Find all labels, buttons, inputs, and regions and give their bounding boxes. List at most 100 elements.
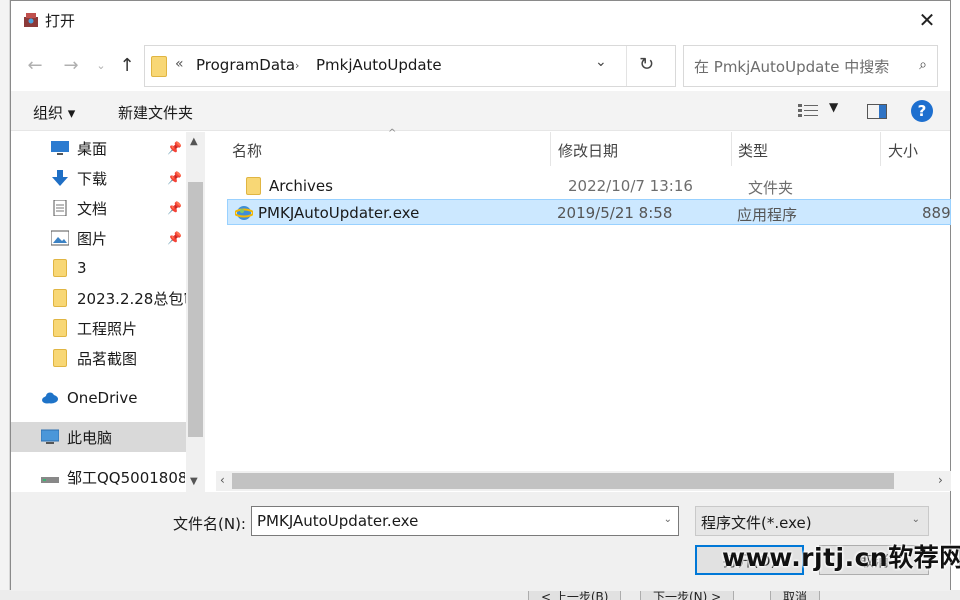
nav-item-folder-photos[interactable]: 工程照片 [11,313,186,343]
column-name[interactable]: 名称 [232,140,262,161]
file-name: PMKJAutoUpdater.exe [258,204,420,222]
address-overflow[interactable]: « [175,56,184,72]
nav-item-downloads[interactable]: 下载 📌 [11,163,186,193]
column-type[interactable]: 类型 [738,140,768,161]
new-folder-button[interactable]: 新建文件夹 [118,102,193,123]
organize-button[interactable]: 组织 ▾ [33,102,75,123]
close-button[interactable]: ✕ [904,1,950,39]
search-box[interactable]: 在 PmkjAutoUpdate 中搜索 ⌕ [683,45,938,87]
nav-item-label: OneDrive [67,389,138,407]
search-icon[interactable]: ⌕ [919,57,927,73]
column-separator[interactable] [880,132,881,166]
chevron-right-icon[interactable]: › [295,59,299,72]
scroll-down-icon[interactable]: ▼ [190,476,198,487]
column-separator[interactable] [550,132,551,166]
nav-item-folder-3[interactable]: 3 [11,253,186,283]
navigation-pane: 桌面 📌 下载 📌 文档 📌 图片 📌 3 2023.2.28总包审 工程照片 … [11,132,205,492]
help-icon[interactable]: ? [911,100,933,122]
background-next-button[interactable]: 下一步(N) > [640,590,735,600]
nav-item-documents[interactable]: 文档 📌 [11,193,186,223]
nav-item-folder-screenshots[interactable]: 品茗截图 [11,343,186,373]
column-header: ^ 名称 修改日期 类型 大小 [216,128,951,166]
pin-icon[interactable]: 📌 [167,141,182,155]
pin-icon[interactable]: 📌 [167,201,182,215]
filetype-select[interactable]: 程序文件(*.exe) ⌄ [695,506,929,536]
file-list-horizontal-scrollbar[interactable]: ‹ › [216,471,951,491]
close-icon: ✕ [918,8,936,32]
site-watermark: www.rjtj.cn软荐网 [722,543,960,572]
folder-icon [53,349,67,367]
view-dropdown-icon[interactable]: ▼ [829,100,838,114]
drive-icon [41,477,59,483]
folder-icon [53,259,67,277]
address-bar[interactable]: « ProgramData › PmkjAutoUpdate ⌄ ↻ [144,45,676,87]
nav-item-network-drive[interactable]: 邹工QQ5001808 [11,462,186,492]
file-date: 2019/5/21 8:58 [557,204,673,222]
cloud-icon [42,392,58,404]
scroll-up-icon[interactable]: ▲ [190,136,198,147]
folder-icon [246,177,261,195]
app-icon [24,13,38,27]
background-cancel-button[interactable]: 取消 [770,590,821,600]
file-type: 文件夹 [748,179,794,197]
nav-scrollbar[interactable]: ▲ ▼ [186,132,205,492]
back-button[interactable]: ← [23,53,47,77]
filetype-value: 程序文件(*.exe) [701,514,812,532]
filename-input[interactable]: PMKJAutoUpdater.exe ⌄ [251,506,679,536]
filename-label: 文件名(N): [173,515,246,533]
address-segment-programdata[interactable]: ProgramData [196,56,295,74]
desktop-icon [51,141,69,155]
command-bar: 组织 ▾ 新建文件夹 ▼ ? [11,91,950,131]
scroll-left-icon[interactable]: ‹ [220,473,225,487]
address-separator [626,46,627,86]
file-size: 889 [922,204,951,222]
preview-pane-icon[interactable] [867,104,887,119]
forward-button[interactable]: → [59,53,83,77]
chevron-down-icon[interactable]: ⌄ [912,514,920,525]
horizontal-scrollbar-thumb[interactable] [232,473,894,489]
navigation-bar: ← → ⌄ ↑ « ProgramData › PmkjAutoUpdate ⌄… [11,45,950,87]
scroll-right-icon[interactable]: › [938,473,943,487]
title-bar: 打开 ✕ [11,1,950,39]
address-segment-pmkjautoupdate[interactable]: PmkjAutoUpdate [316,56,442,74]
file-type: 应用程序 [737,206,798,224]
nav-item-this-pc[interactable]: 此电脑 [11,422,186,452]
file-list: ^ 名称 修改日期 类型 大小 Archives 2022/10/7 13:16… [216,128,951,492]
file-row-archives[interactable]: Archives 2022/10/7 13:16 文件夹 [233,173,951,199]
nav-item-folder-2023[interactable]: 2023.2.28总包审 [11,283,187,313]
nav-item-desktop[interactable]: 桌面 📌 [11,133,186,163]
background-window-edge [0,0,10,600]
pin-icon[interactable]: 📌 [167,231,182,245]
refresh-icon[interactable]: ↻ [639,54,654,75]
nav-item-label: 邹工QQ5001808 [67,468,185,487]
nav-scrollbar-thumb[interactable] [188,182,203,437]
pin-icon[interactable]: 📌 [167,171,182,185]
chevron-down-icon: ⌄ [96,58,106,72]
up-button[interactable]: ↑ [115,53,139,77]
nav-item-pictures[interactable]: 图片 📌 [11,223,186,253]
download-icon [52,170,68,186]
nav-item-onedrive[interactable]: OneDrive [11,383,186,413]
filename-value: PMKJAutoUpdater.exe [257,512,419,530]
file-row-pmkjautoupdater[interactable]: PMKJAutoUpdater.exe 2019/5/21 8:58 应用程序 … [227,199,951,225]
open-file-dialog: 打开 ✕ ← → ⌄ ↑ « ProgramData › PmkjAutoUpd… [10,0,951,591]
recent-locations-button[interactable]: ⌄ [89,53,113,77]
column-date[interactable]: 修改日期 [558,140,618,161]
search-placeholder: 在 PmkjAutoUpdate 中搜索 [694,58,890,76]
nav-item-label: 工程照片 [77,319,138,338]
view-options-icon[interactable] [798,103,818,119]
arrow-left-icon: ← [27,54,43,76]
picture-icon [51,230,69,246]
address-dropdown-icon[interactable]: ⌄ [595,54,607,70]
column-size[interactable]: 大小 [888,140,918,161]
background-prev-button[interactable]: < 上一步(B) [528,590,622,600]
computer-icon [41,429,59,444]
column-separator[interactable] [731,132,732,166]
nav-item-label: 此电脑 [67,428,113,447]
file-date: 2022/10/7 13:16 [568,177,693,195]
nav-item-label: 3 [77,259,87,277]
nav-item-label: 品茗截图 [77,349,138,368]
folder-icon [53,319,67,337]
exe-icon [235,206,253,220]
chevron-down-icon[interactable]: ⌄ [664,514,672,525]
